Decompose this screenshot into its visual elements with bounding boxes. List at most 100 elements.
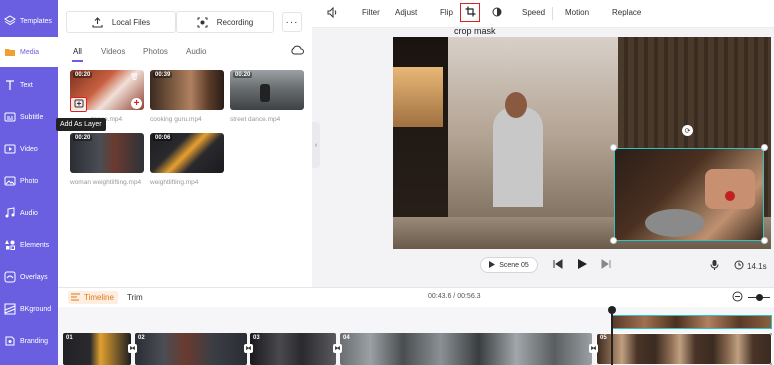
tab-videos[interactable]: Videos (101, 47, 125, 56)
video-icon (4, 143, 16, 155)
play-icon[interactable] (577, 258, 588, 270)
chef-head (505, 92, 527, 118)
skip-forward-icon[interactable] (601, 259, 611, 269)
sidebar-item-overlays[interactable]: Overlays (0, 262, 58, 292)
crop-mask-caption: crop mask (454, 26, 496, 36)
sidebar-item-audio[interactable]: Audio (0, 198, 58, 228)
clip-number: 04 (343, 335, 350, 341)
timeline-clip[interactable]: 03 (250, 333, 336, 365)
chef-figure (493, 107, 543, 207)
sidebar-item-branding[interactable]: Branding (0, 326, 58, 356)
resize-handle[interactable] (761, 237, 768, 244)
collapse-panel-button[interactable]: ‹ (312, 122, 320, 168)
volume-icon[interactable] (327, 6, 339, 20)
skip-back-icon[interactable] (553, 259, 563, 269)
warm-light (393, 67, 443, 127)
motion-button[interactable]: Motion (565, 8, 589, 17)
crop-mask-layer[interactable] (614, 148, 764, 241)
zoom-slider[interactable] (748, 294, 770, 301)
resize-handle[interactable] (610, 237, 617, 244)
transition-icon[interactable]: ⧓ (244, 344, 253, 353)
cloud-icon[interactable] (290, 45, 304, 57)
sidebar-item-media[interactable]: Media (0, 37, 58, 67)
tab-photos[interactable]: Photos (143, 47, 168, 56)
sidebar-item-elements[interactable]: Elements (0, 230, 58, 260)
local-files-label: Local Files (111, 17, 151, 27)
rotate-icon[interactable]: ⟳ (682, 125, 693, 136)
media-filename: street dance.mp4 (230, 116, 281, 123)
clip-number: 03 (253, 335, 260, 341)
timeline-clip[interactable]: 02 (135, 333, 247, 365)
play-small-icon (489, 260, 496, 270)
crop-button[interactable] (460, 3, 480, 22)
layers-icon (4, 15, 16, 27)
subtitle-icon (4, 111, 16, 123)
sidebar-item-photo[interactable]: Photo (0, 166, 58, 196)
adjust-button[interactable]: Adjust (395, 8, 417, 17)
media-thumb[interactable]: 00:20 (70, 133, 144, 173)
tab-timeline[interactable]: Timeline (68, 291, 118, 304)
sidebar-item-bkground[interactable]: BKground (0, 294, 58, 324)
recording-button[interactable]: Recording (176, 11, 274, 33)
media-filename: woman weightlifting.mp4 (70, 179, 142, 186)
more-options-button[interactable]: ··· (282, 12, 302, 32)
media-thumb[interactable]: 00:39 (150, 70, 224, 110)
media-thumb[interactable]: 00:06 (150, 133, 224, 173)
tab-audio[interactable]: Audio (186, 47, 206, 56)
microphone-icon[interactable] (710, 259, 719, 271)
zoom-out-icon[interactable] (732, 291, 743, 304)
zoom-slider-knob[interactable] (756, 294, 763, 301)
playhead[interactable] (611, 308, 613, 365)
transition-icon[interactable]: ⧓ (589, 344, 598, 353)
sidebar-item-templates[interactable]: Templates (0, 6, 58, 36)
flip-button[interactable]: Flip (440, 8, 453, 17)
add-to-timeline-button[interactable]: + (131, 98, 142, 109)
local-files-button[interactable]: Local Files (66, 11, 176, 33)
playhead-handle[interactable] (608, 306, 616, 314)
crop-icon (465, 6, 476, 19)
sidebar-item-label: BKground (20, 305, 52, 313)
recording-label: Recording (216, 17, 254, 27)
layer-track-clip[interactable] (612, 315, 772, 329)
sidebar-item-label: Templates (20, 17, 52, 25)
overlays-icon (4, 271, 16, 283)
toolbar-divider (552, 7, 553, 20)
zoom-control (732, 291, 770, 304)
timeline-clip[interactable]: 04 (340, 333, 592, 365)
transition-icon[interactable]: ⧓ (333, 344, 342, 353)
filter-button[interactable]: Filter (362, 8, 380, 17)
duration-badge: 00:20 (233, 72, 253, 78)
media-thumb[interactable]: 00:20 (230, 70, 304, 110)
replace-button[interactable]: Replace (612, 8, 641, 17)
add-layer-icon (74, 99, 84, 110)
media-filename: weightlifting.mp4 (150, 179, 199, 186)
hand-shape (705, 169, 755, 209)
sidebar-item-label: Subtitle (20, 113, 44, 121)
text-icon (4, 79, 16, 91)
background-icon (4, 303, 16, 315)
music-icon (4, 207, 16, 219)
tab-underline (72, 60, 83, 62)
timeline-timecode: 00:43.6 / 00:56.3 (428, 293, 481, 300)
trash-icon[interactable]: 🗑 (130, 73, 139, 81)
sidebar-item-label: Video (20, 145, 38, 153)
tab-trim[interactable]: Trim (127, 291, 143, 304)
opacity-icon[interactable] (492, 7, 502, 19)
resize-handle[interactable] (761, 144, 768, 151)
speed-button[interactable]: Speed (522, 8, 545, 17)
sidebar-item-label: Branding (20, 337, 49, 345)
sidebar: Templates Media Text Subtitle Video Phot… (0, 0, 58, 365)
scene-button[interactable]: Scene 05 (480, 257, 538, 273)
sidebar-item-video[interactable]: Video (0, 134, 58, 164)
sidebar-item-text[interactable]: Text (0, 70, 58, 100)
video-editor: Templates Media Text Subtitle Video Phot… (0, 0, 774, 365)
add-as-layer-button[interactable] (70, 97, 87, 112)
transition-icon[interactable]: ⧓ (128, 344, 137, 353)
tab-all[interactable]: All (73, 47, 82, 56)
sidebar-item-subtitle[interactable]: Subtitle (0, 102, 58, 132)
resize-handle[interactable] (610, 144, 617, 151)
media-filename: cooking guru.mp4 (150, 116, 202, 123)
pan-shape (645, 209, 705, 237)
sidebar-item-label: Text (20, 81, 33, 89)
timeline-clip[interactable]: 01 (63, 333, 131, 365)
